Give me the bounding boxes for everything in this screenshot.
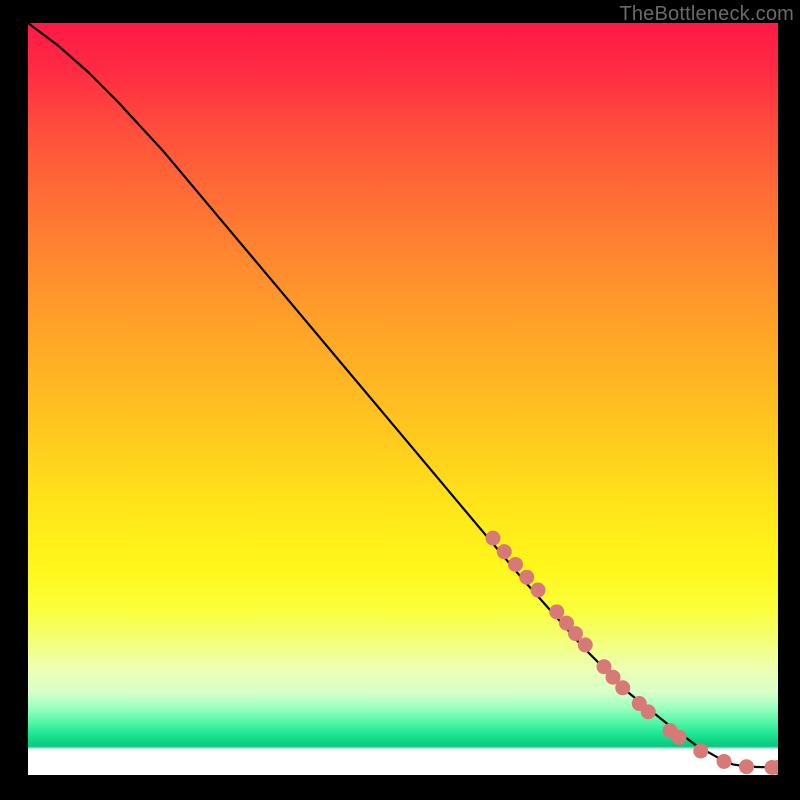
data-point	[531, 583, 546, 598]
chart-svg	[28, 23, 778, 775]
data-point	[508, 557, 523, 572]
chart-root: TheBottleneck.com	[0, 0, 800, 800]
data-point	[486, 531, 501, 546]
data-points	[486, 531, 779, 775]
data-point	[693, 743, 708, 758]
data-point	[578, 637, 593, 652]
data-point	[519, 570, 534, 585]
curve-line	[28, 23, 778, 767]
data-point	[739, 759, 754, 774]
data-point	[672, 730, 687, 745]
data-point	[615, 680, 630, 695]
data-point	[549, 604, 564, 619]
data-point	[641, 704, 656, 719]
data-point	[497, 544, 512, 559]
data-point	[717, 754, 732, 769]
data-point	[568, 626, 583, 641]
plot-area	[28, 23, 778, 775]
